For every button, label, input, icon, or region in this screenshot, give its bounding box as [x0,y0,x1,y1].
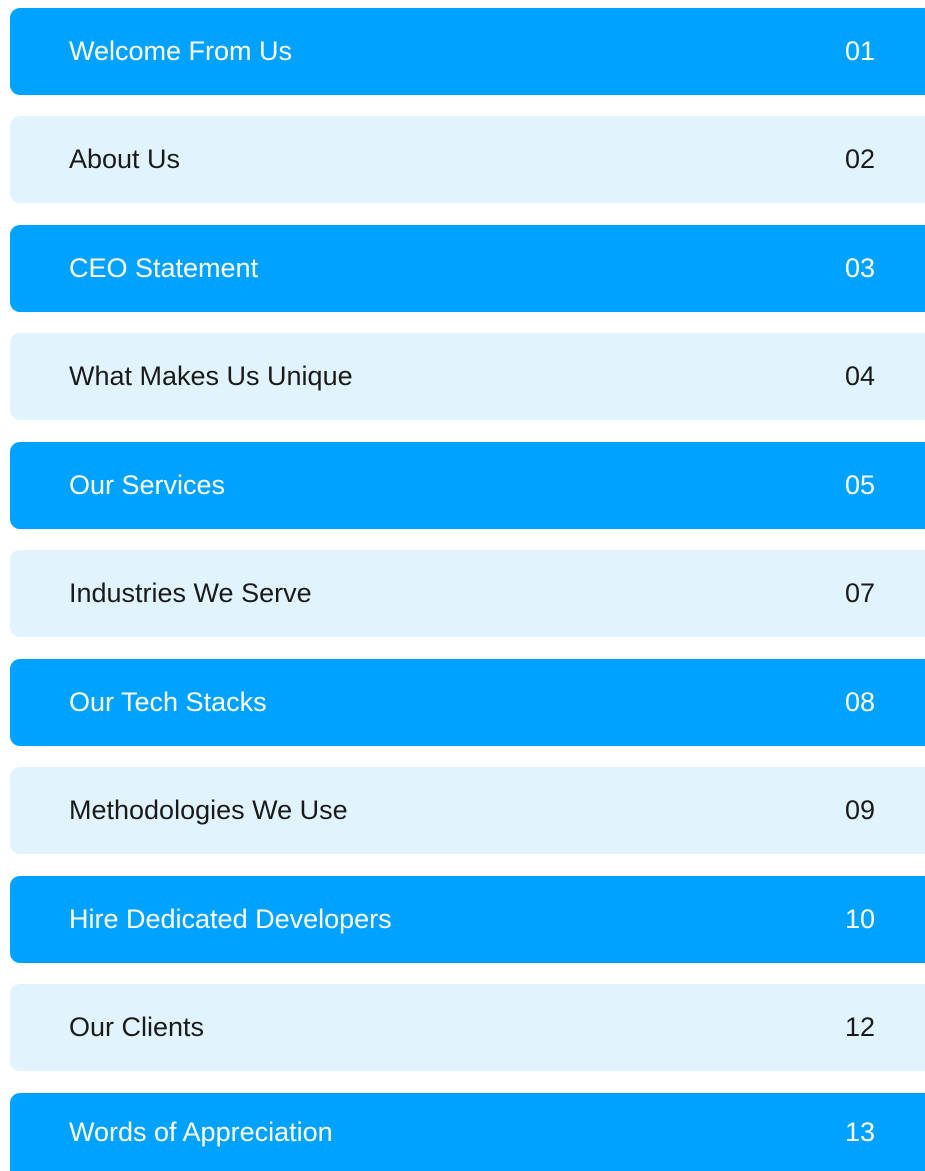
toc-item-page-number: 09 [844,795,875,825]
toc-item-words-of-appreciation[interactable]: Words of Appreciation 13 [10,1093,925,1171]
toc-item-page-number: 07 [844,578,875,608]
toc-item-title: About Us [69,144,181,174]
toc-item-page-number: 03 [844,253,875,283]
toc-item-about-us[interactable]: About Us 02 [10,116,925,203]
toc-item-methodologies-we-use[interactable]: Methodologies We Use 09 [10,767,925,854]
toc-item-industries-we-serve[interactable]: Industries We Serve 07 [10,550,925,637]
toc-item-title: Welcome From Us [69,36,293,66]
toc-item-page-number: 10 [844,904,875,934]
toc-item-hire-dedicated-developers[interactable]: Hire Dedicated Developers 10 [10,876,925,963]
toc-item-page-number: 02 [844,144,875,174]
toc-item-title: Hire Dedicated Developers [69,904,392,934]
toc-item-title: Industries We Serve [69,578,312,608]
toc-item-title: What Makes Us Unique [69,361,353,391]
toc-item-page-number: 05 [844,470,875,500]
toc-item-what-makes-us-unique[interactable]: What Makes Us Unique 04 [10,333,925,420]
toc-item-page-number: 04 [844,361,875,391]
toc-item-page-number: 01 [844,36,875,66]
toc-item-ceo-statement[interactable]: CEO Statement 03 [10,225,925,312]
table-of-contents: Welcome From Us 01 About Us 02 CEO State… [10,8,925,1171]
toc-item-title: Words of Appreciation [69,1116,333,1147]
toc-item-our-services[interactable]: Our Services 05 [10,442,925,529]
toc-item-title: Our Services [69,470,226,500]
toc-item-our-tech-stacks[interactable]: Our Tech Stacks 08 [10,659,925,746]
toc-item-title: Methodologies We Use [69,795,348,825]
toc-item-welcome-from-us[interactable]: Welcome From Us 01 [10,8,925,95]
toc-item-our-clients[interactable]: Our Clients 12 [10,984,925,1071]
toc-item-page-number: 08 [844,687,875,717]
toc-item-title: CEO Statement [69,253,259,283]
toc-item-title: Our Clients [69,1012,205,1042]
toc-item-page-number: 13 [844,1116,875,1147]
toc-item-title: Our Tech Stacks [69,687,267,717]
toc-item-page-number: 12 [844,1012,875,1042]
